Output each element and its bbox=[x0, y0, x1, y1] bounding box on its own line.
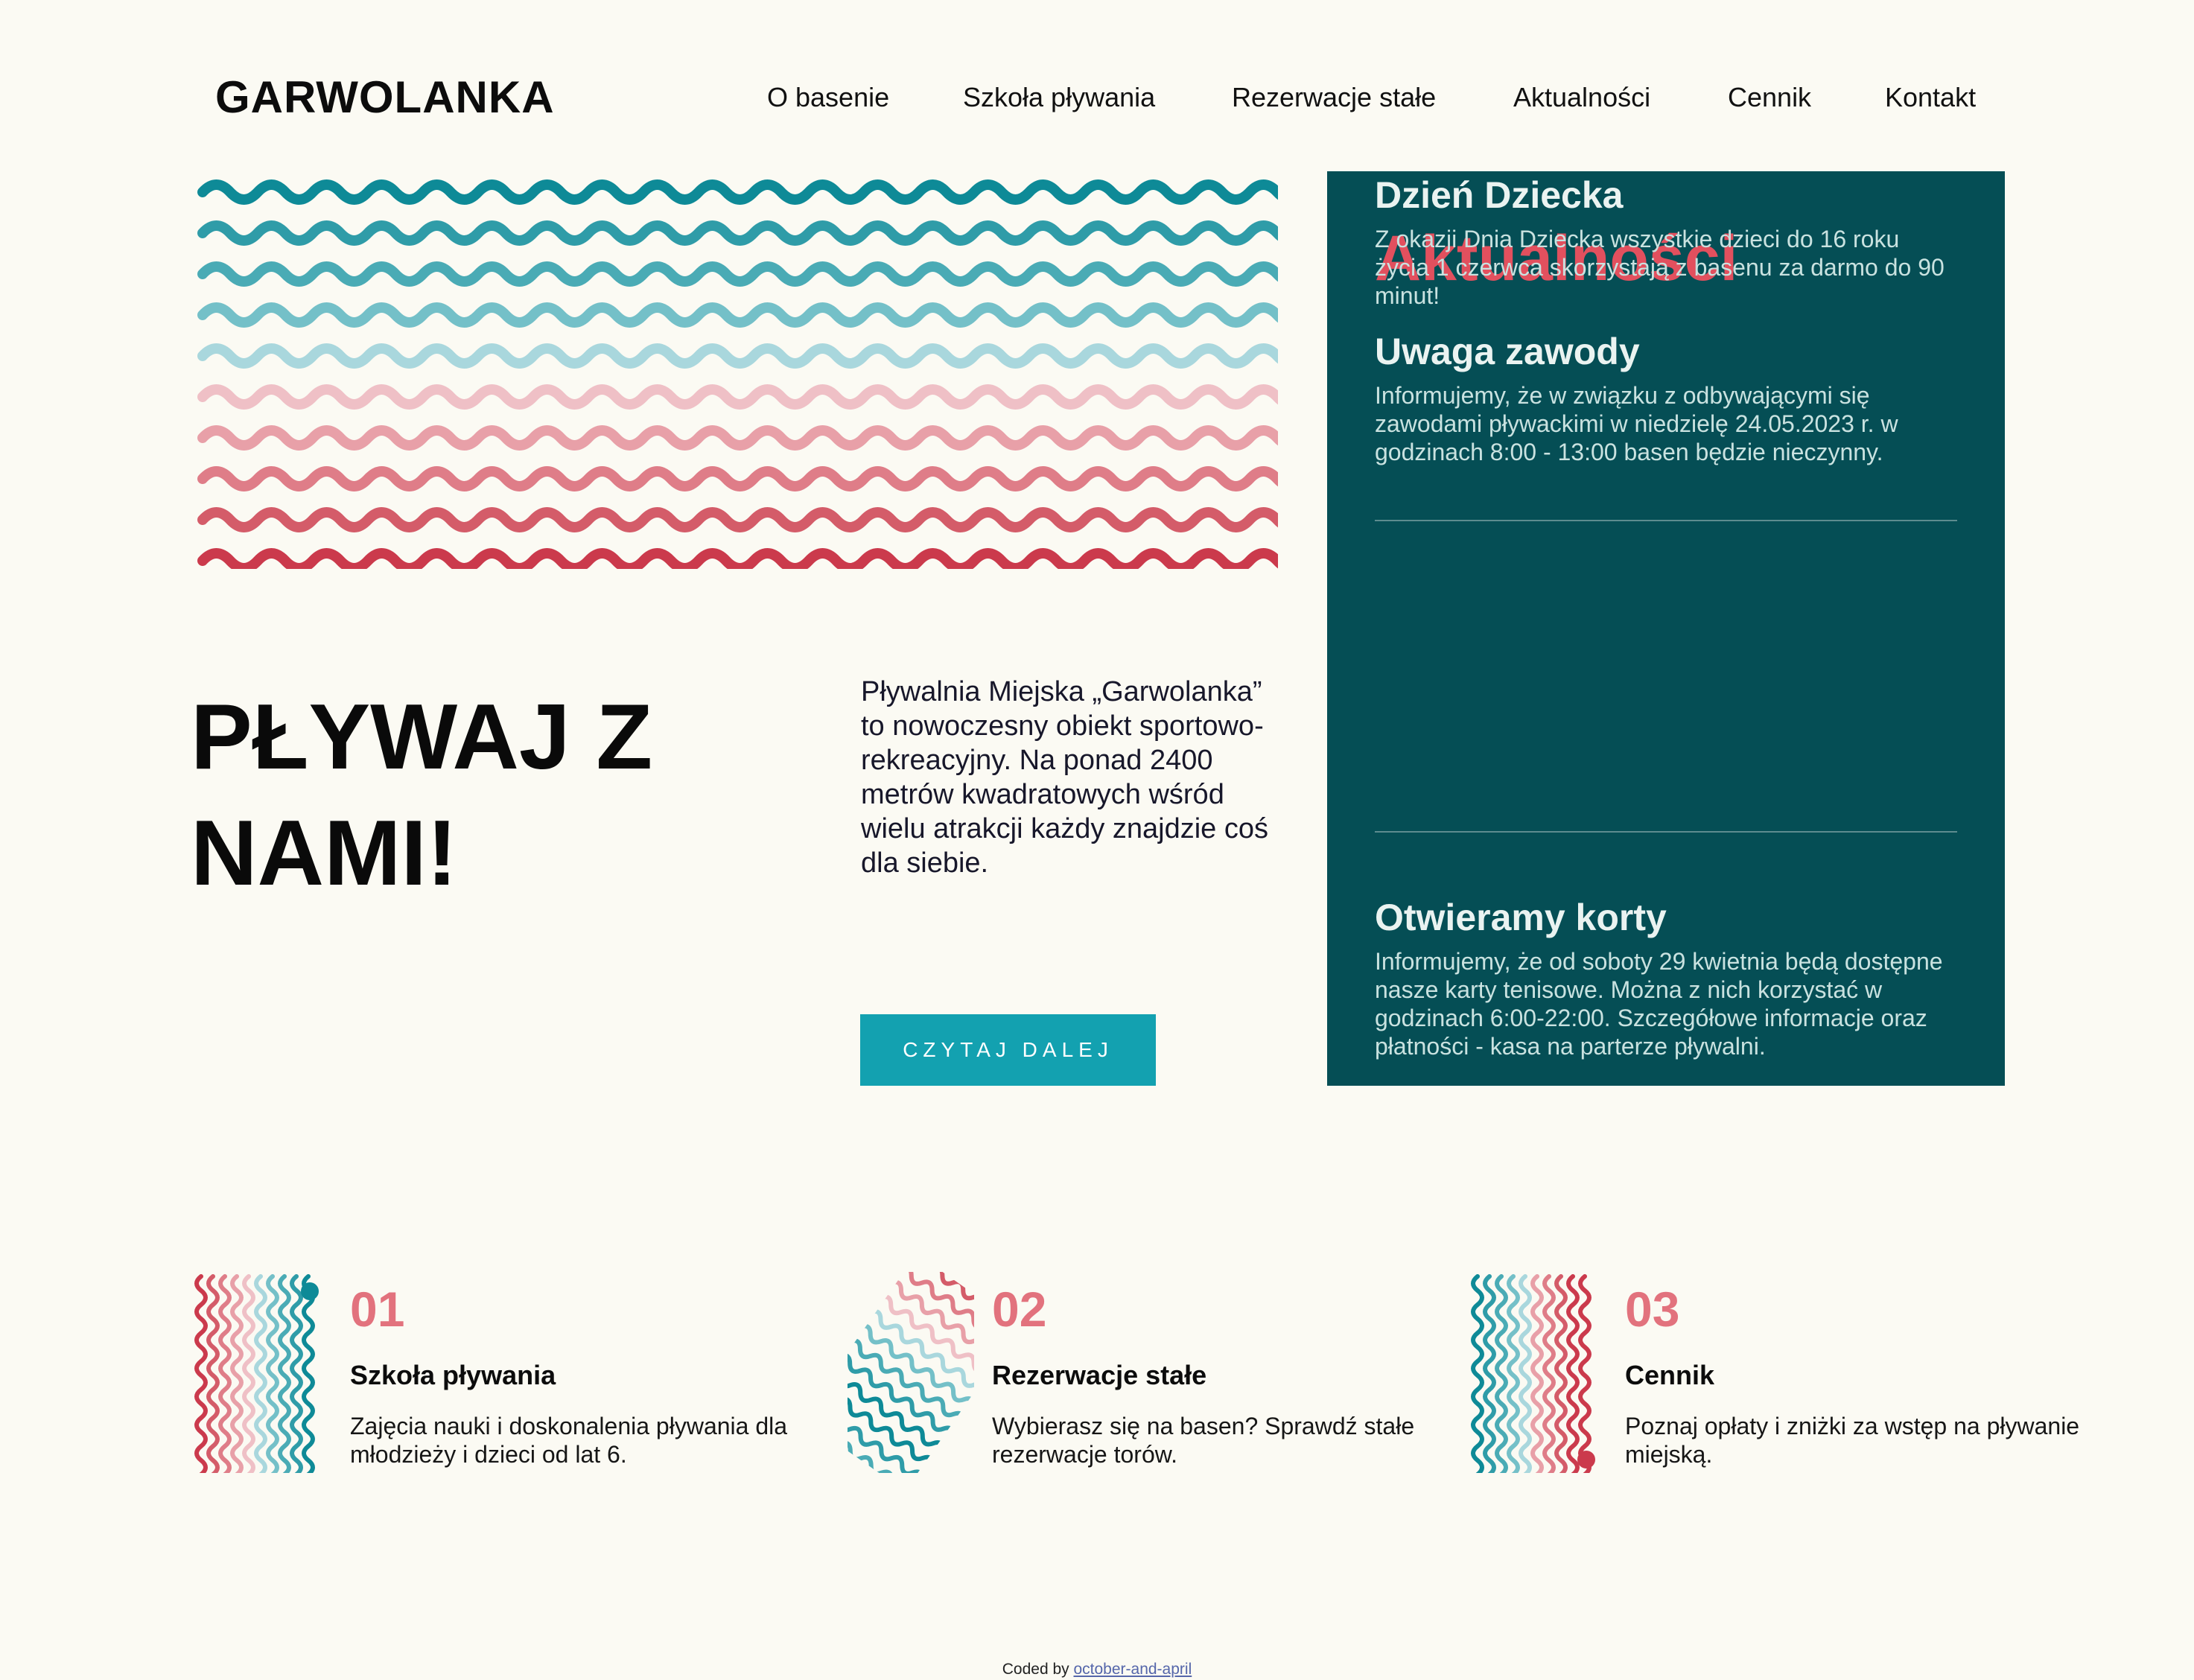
news-divider bbox=[1375, 831, 1957, 833]
footer-prefix: Coded by bbox=[1002, 1661, 1069, 1678]
hero-wave-line bbox=[197, 302, 1278, 328]
main-nav: O basenie Szkoła pływania Rezerwacje sta… bbox=[0, 80, 2194, 118]
icon-wave-line bbox=[1578, 1274, 1592, 1473]
hero-wave-line bbox=[197, 220, 1278, 246]
feature-number: 01 bbox=[350, 1282, 405, 1337]
icon-wave-line bbox=[1542, 1274, 1556, 1473]
hero-wave-line bbox=[197, 179, 1278, 205]
icon-wave-line bbox=[1519, 1274, 1532, 1473]
icon-wave-line bbox=[194, 1274, 208, 1473]
vertical-waves-icon bbox=[194, 1274, 319, 1473]
dot-accent bbox=[301, 1282, 319, 1300]
feature-description: Wybierasz się na basen? Sprawdź stałe re… bbox=[992, 1413, 1415, 1468]
nav-link-rezerwacje-stale[interactable]: Rezerwacje stałe bbox=[1232, 80, 1436, 115]
news-item-text: Informujemy, że od soboty 29 kwietnia bę… bbox=[1375, 948, 1943, 1060]
feature-description: Poznaj opłaty i zniżki za wstęp na pływa… bbox=[1625, 1413, 2080, 1468]
icon-wave-line bbox=[302, 1274, 315, 1473]
hero-wave-line bbox=[197, 548, 1278, 569]
icon-wave-line bbox=[1554, 1274, 1568, 1473]
hero-waves-illustration bbox=[197, 179, 1278, 569]
news-item-title: Dzień Dziecka bbox=[1375, 174, 1624, 216]
icon-wave-line bbox=[266, 1274, 279, 1473]
hero-wave-line bbox=[197, 343, 1278, 369]
diagonal-wave-group bbox=[848, 1272, 974, 1473]
feature-title: Rezerwacje stałe bbox=[992, 1360, 1207, 1390]
hero-intro: Pływalnia Miejska „Garwolanka” to nowocz… bbox=[861, 676, 1269, 879]
feature-description: Zajęcia nauki i doskonalenia pływania dl… bbox=[350, 1413, 788, 1468]
nav-link-o-basenie[interactable]: O basenie bbox=[767, 80, 889, 115]
icon-wave-line bbox=[254, 1274, 267, 1473]
news-item-text: Informujemy, że w związku z odbywającymi… bbox=[1375, 382, 1898, 465]
read-more-button[interactable]: CZYTAJ DALEJ bbox=[860, 1014, 1156, 1086]
nav-link-kontakt[interactable]: Kontakt bbox=[1885, 80, 1976, 115]
hero-wave-line bbox=[197, 384, 1278, 410]
hero-wave-line bbox=[197, 466, 1278, 491]
hero-wave-line bbox=[197, 507, 1278, 532]
dot-accent bbox=[1577, 1451, 1595, 1469]
nav-link-cennik[interactable]: Cennik bbox=[1728, 80, 1811, 115]
hero-wave-line bbox=[197, 261, 1278, 287]
news-item-title: Uwaga zawody bbox=[1375, 331, 1640, 372]
icon-wave-line bbox=[1507, 1274, 1520, 1473]
icon-wave-line bbox=[1471, 1274, 1484, 1473]
news-item[interactable]: Otwieramy korty Informujemy, że od sobot… bbox=[1375, 894, 1957, 1060]
nav-link-aktualnosci[interactable]: Aktualności bbox=[1513, 80, 1650, 115]
icon-wave-line bbox=[1566, 1274, 1580, 1473]
icon-wave-line bbox=[230, 1274, 244, 1473]
nav-link-szkola-plywania[interactable]: Szkoła pływania bbox=[963, 80, 1155, 115]
footer: Coded by october-and-april bbox=[0, 1661, 2194, 1679]
news-item[interactable]: Dzień Dziecka Z okazji Dnia Dziecka wszy… bbox=[1375, 171, 1957, 310]
footer-author-link[interactable]: october-and-april bbox=[1073, 1661, 1192, 1678]
news-item[interactable]: Uwaga zawody Informujemy, że w związku z… bbox=[1375, 328, 1957, 466]
feature-number: 02 bbox=[992, 1282, 1047, 1337]
hero-headline: PŁYWAJ Z NAMI! bbox=[191, 686, 653, 905]
diagonal-waves-icon bbox=[848, 1272, 974, 1473]
icon-wave-line bbox=[206, 1274, 220, 1473]
hero-wave-line bbox=[197, 425, 1278, 451]
feature-title: Cennik bbox=[1625, 1360, 1715, 1390]
icon-wave-line bbox=[242, 1274, 255, 1473]
feature-number: 03 bbox=[1625, 1282, 1680, 1337]
news-item-text: Z okazji Dnia Dziecka wszystkie dzieci d… bbox=[1375, 226, 1945, 309]
news-panel: Aktualności Uwaga zawody Informujemy, że… bbox=[1327, 171, 2005, 1086]
news-item-title: Otwieramy korty bbox=[1375, 897, 1667, 938]
icon-wave-line bbox=[1530, 1274, 1544, 1473]
icon-wave-line bbox=[278, 1274, 291, 1473]
vertical-waves-icon bbox=[1471, 1274, 1595, 1473]
icon-wave-line bbox=[218, 1274, 232, 1473]
icon-wave-line bbox=[1483, 1274, 1496, 1473]
icon-wave-line bbox=[290, 1274, 303, 1473]
feature-title: Szkoła pływania bbox=[350, 1360, 556, 1390]
news-divider bbox=[1375, 520, 1957, 521]
icon-wave-line bbox=[1495, 1274, 1508, 1473]
